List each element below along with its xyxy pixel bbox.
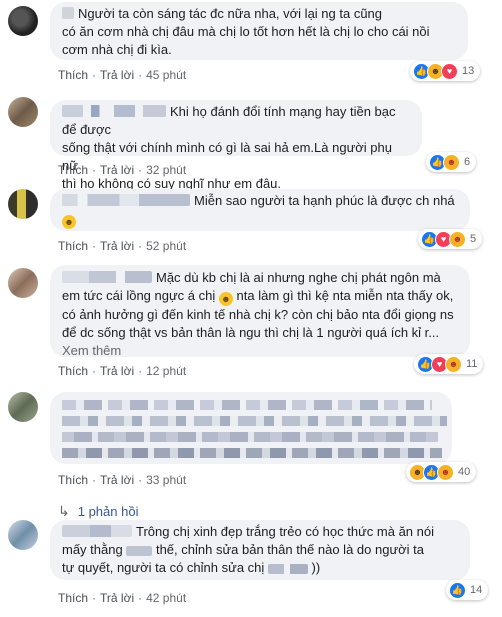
censored-word xyxy=(267,563,308,574)
reply-button[interactable]: Trả lời xyxy=(100,473,134,487)
comment-actions: Thích · Trả lời · 52 phút xyxy=(58,239,187,253)
reaction-summary[interactable]: 👍 ♥ ☻ 5 xyxy=(418,229,483,249)
author-name[interactable] xyxy=(62,194,190,206)
blurred-text xyxy=(62,432,438,442)
comment-text-line: tự quyết, người ta có chỉnh sửa chị xyxy=(62,560,265,575)
blurred-text xyxy=(62,400,432,410)
like-button[interactable]: Thích xyxy=(58,591,88,605)
comment-text-line: thế, chỉnh sửa bản thân thế nào là do ng… xyxy=(155,542,425,557)
reaction-count: 13 xyxy=(462,65,475,77)
comment-bubble xyxy=(50,392,452,464)
like-button[interactable]: Thích xyxy=(58,163,88,177)
comment-actions: Thích · Trả lời · 12 phút xyxy=(58,364,187,378)
comment-actions: Thích · Trả lời · 42 phút xyxy=(58,591,187,605)
avatar[interactable] xyxy=(8,189,38,219)
comment-time[interactable]: 52 phút xyxy=(146,239,186,253)
reaction-count: 11 xyxy=(466,358,478,370)
avatar[interactable] xyxy=(8,268,38,298)
reply-button[interactable]: Trả lời xyxy=(100,163,134,177)
reaction-count: 6 xyxy=(464,156,471,168)
reaction-summary[interactable]: ☻ 👍 ☻ 40 xyxy=(406,462,477,482)
comment-text-line: cơm nhà chị đi kìa. xyxy=(62,42,172,57)
comment-text-line: Mặc dù kb chị là ai nhưng nghe chị phát … xyxy=(156,270,441,285)
reaction-count: 5 xyxy=(470,233,477,245)
see-more-link[interactable]: Xem thêm xyxy=(62,342,458,360)
comment-text-line: Người ta còn sáng tác đc nữa nha, với lạ… xyxy=(78,6,383,21)
reaction-count: 40 xyxy=(458,466,471,478)
care-reaction-icon: ☻ xyxy=(445,355,462,373)
care-reaction-icon: ☻ xyxy=(443,153,460,171)
like-button[interactable]: Thích xyxy=(58,473,88,487)
comment-text-line: em tức cái lồng ngực á chị xyxy=(62,288,216,303)
like-button[interactable]: Thích xyxy=(58,68,88,82)
comment-text-line: có ăn cơm nhà chị đâu mà chị lo tốt hơn … xyxy=(62,24,430,39)
reply-button[interactable]: Trả lời xyxy=(100,591,134,605)
author-name[interactable] xyxy=(62,105,166,117)
care-reaction-icon: ☻ xyxy=(449,230,466,248)
author-name[interactable] xyxy=(62,525,132,537)
comment-text-line: Trông chị xinh đẹp trắng trẻo có học thứ… xyxy=(136,524,434,539)
smile-emoji-icon: ☻ xyxy=(218,292,233,306)
comment-time[interactable]: 12 phút xyxy=(146,364,186,378)
reaction-count: 14 xyxy=(470,584,483,596)
reply-button[interactable]: Trả lời xyxy=(100,364,134,378)
like-button[interactable]: Thích xyxy=(58,364,88,378)
reply-arrow-icon: ↳ xyxy=(58,503,70,519)
comment-time[interactable]: 45 phút xyxy=(146,68,186,82)
avatar[interactable] xyxy=(8,392,38,422)
comment-time[interactable]: 33 phút xyxy=(146,473,186,487)
comment-bubble: Người ta còn sáng tác đc nữa nha, với lạ… xyxy=(50,2,468,60)
reaction-summary[interactable]: 👍 ☻ 6 xyxy=(426,152,477,172)
comment-bubble: Miễn sao người ta hạnh phúc là được ch n… xyxy=(50,189,470,231)
comment-time[interactable]: 42 phút xyxy=(146,591,186,605)
replies-count[interactable]: 1 phản hồi xyxy=(78,504,139,519)
comment-bubble: Mặc dù kb chị là ai nhưng nghe chị phát … xyxy=(50,265,470,360)
comment-text-line: )) xyxy=(311,560,321,575)
reaction-summary[interactable]: 👍 14 xyxy=(446,580,489,600)
reply-button[interactable]: Trả lời xyxy=(100,239,134,253)
comment-text-line: Miễn sao người ta hạnh phúc là được ch n… xyxy=(194,193,455,208)
comment-bubble: Trông chị xinh đẹp trắng trẻo có học thứ… xyxy=(50,520,470,580)
comment-text-line: nta làm gì thì kệ nta miễn nta thấy ok, xyxy=(236,288,454,303)
avatar[interactable] xyxy=(8,520,38,550)
reaction-summary[interactable]: 👍 ☻ ♥ 13 xyxy=(410,61,481,81)
blurred-text xyxy=(62,448,442,458)
reaction-summary[interactable]: 👍 ♥ ☻ 11 xyxy=(414,354,484,374)
comment-actions: Thích · Trả lời · 33 phút xyxy=(58,473,187,487)
blurred-text xyxy=(62,416,447,426)
smile-emoji-icon: ☻ xyxy=(62,215,76,229)
comment-bubble: Khi họ đánh đổi tính mạng hay tiền bạc đ… xyxy=(50,100,422,191)
avatar[interactable] xyxy=(8,97,38,127)
comment-time[interactable]: 32 phút xyxy=(146,163,186,177)
like-button[interactable]: Thích xyxy=(58,239,88,253)
author-name[interactable] xyxy=(62,271,152,283)
view-replies-link[interactable]: ↳ 1 phản hồi xyxy=(58,503,138,520)
censored-word xyxy=(126,545,153,556)
comment-text-line: mấy thằng xyxy=(62,542,123,557)
reply-button[interactable]: Trả lời xyxy=(100,68,134,82)
avatar[interactable] xyxy=(8,6,38,36)
author-name[interactable] xyxy=(62,7,74,19)
comment-actions: Thích · Trả lời · 32 phút xyxy=(58,163,187,177)
comment-text-line: để dc sống thật vs bản thân là ngu thì c… xyxy=(62,325,440,340)
care-reaction-icon: ☻ xyxy=(437,463,454,481)
comment-actions: Thích · Trả lời · 45 phút xyxy=(58,68,187,82)
comment-text-line: có ảnh hưởng gì đến kinh tế nhà chị k? c… xyxy=(62,307,454,322)
like-reaction-icon: 👍 xyxy=(449,581,466,599)
love-reaction-icon: ♥ xyxy=(441,62,458,80)
